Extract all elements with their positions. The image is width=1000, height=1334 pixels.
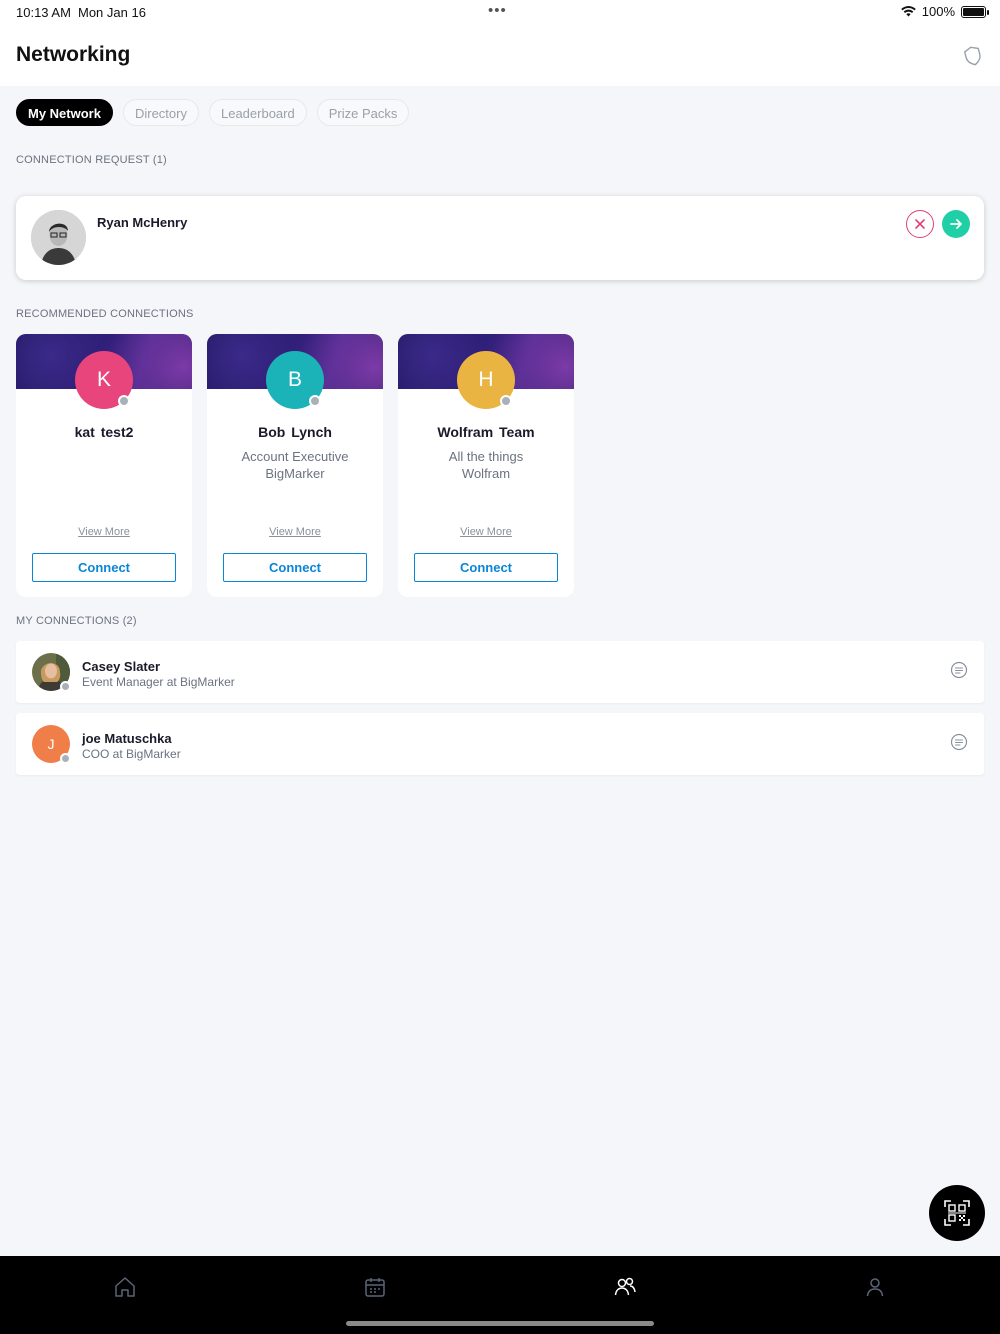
presence-indicator [60, 753, 71, 764]
view-more-link[interactable]: View More [16, 526, 192, 538]
home-icon[interactable] [113, 1275, 137, 1299]
avatar [31, 210, 86, 265]
connect-button[interactable]: Connect [32, 553, 176, 582]
qr-scan-button[interactable] [929, 1185, 985, 1241]
recommended-card: B Bob Lynch Account Executive BigMarker V… [207, 334, 383, 597]
chat-icon[interactable] [950, 733, 968, 751]
shield-badge-icon[interactable] [962, 45, 984, 67]
connection-name: Casey Slater [82, 659, 161, 674]
chat-icon[interactable] [950, 661, 968, 679]
recommended-title: Account Executive BigMarker [207, 448, 383, 482]
close-icon [915, 219, 925, 229]
recommended-heading: RECOMMENDED CONNECTIONS [16, 308, 194, 320]
recommended-name: Wolfram Team [437, 424, 535, 440]
view-more-link[interactable]: View More [398, 526, 574, 538]
connection-title: Event Manager at BigMarker [82, 675, 235, 689]
page-title: Networking [16, 43, 131, 66]
connect-button[interactable]: Connect [223, 553, 367, 582]
job-title: Account Executive [241, 449, 349, 464]
recommended-name: kat test2 [74, 424, 134, 440]
tab-leaderboard[interactable]: Leaderboard [208, 98, 307, 126]
calendar-icon[interactable] [363, 1275, 387, 1299]
connection-row[interactable]: Casey Slater Event Manager at BigMarker [16, 641, 984, 703]
recommended-title [16, 448, 192, 465]
company-name: Wolfram [461, 466, 511, 481]
recommended-name: Bob Lynch [258, 424, 332, 440]
home-indicator [346, 1321, 654, 1326]
presence-indicator [309, 395, 321, 407]
status-right: 100% [900, 4, 989, 19]
accept-button[interactable] [942, 210, 970, 238]
presence-indicator [60, 681, 71, 692]
connection-row[interactable]: J joe Matuschka COO at BigMarker [16, 713, 984, 775]
recommended-card: K kat test2 View More Connect [16, 334, 192, 597]
job-title: All the things [448, 449, 524, 464]
connect-button[interactable]: Connect [414, 553, 558, 582]
connection-request-card[interactable]: Ryan McHenry [16, 196, 984, 280]
status-time: 10:13 AM [16, 5, 71, 20]
tab-directory[interactable]: Directory [122, 98, 199, 126]
people-icon[interactable] [613, 1275, 637, 1299]
requester-name: Ryan McHenry [97, 215, 188, 230]
connection-name: joe Matuschka [82, 731, 172, 746]
user-photo-icon [31, 210, 86, 265]
tab-prize-packs[interactable]: Prize Packs [316, 98, 410, 126]
connection-request-heading: CONNECTION REQUEST (1) [16, 154, 167, 166]
page-header: Networking [0, 26, 1000, 86]
arrow-right-icon [950, 219, 962, 229]
recommended-title: All the things Wolfram [398, 448, 574, 482]
my-connections-heading: MY CONNECTIONS (2) [16, 615, 137, 627]
qr-code-icon [944, 1200, 970, 1226]
network-tabs: My Network Directory Leaderboard Prize P… [0, 86, 1000, 138]
multitasking-dots-icon[interactable]: ••• [488, 2, 507, 19]
status-date: Mon Jan 16 [78, 5, 146, 20]
profile-icon[interactable] [863, 1275, 887, 1299]
tab-my-network[interactable]: My Network [16, 98, 113, 126]
company-name: BigMarker [265, 466, 325, 481]
recommended-card: H Wolfram Team All the things Wolfram Vie… [398, 334, 574, 597]
view-more-link[interactable]: View More [207, 526, 383, 538]
connection-title: COO at BigMarker [82, 747, 181, 761]
wifi-icon [900, 6, 916, 17]
status-bar: 10:13 AM Mon Jan 16 ••• 100% [0, 0, 1000, 26]
presence-indicator [118, 395, 130, 407]
presence-indicator [500, 395, 512, 407]
decline-button[interactable] [906, 210, 934, 238]
battery-percent: 100% [921, 4, 955, 19]
battery-icon [961, 5, 989, 18]
